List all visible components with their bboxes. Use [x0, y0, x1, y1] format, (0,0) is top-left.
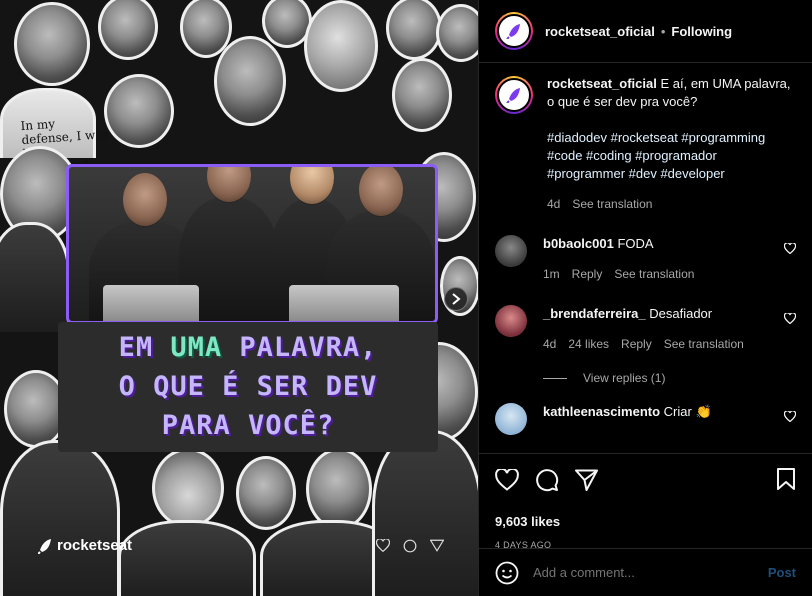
portrait: [152, 448, 224, 528]
portrait-body: [372, 430, 478, 596]
portrait: [304, 0, 378, 92]
commenter-username[interactable]: kathleenascimento: [543, 404, 660, 419]
view-replies-label: View replies (1): [583, 371, 666, 385]
caption-avatar[interactable]: [495, 76, 533, 114]
commenter-username[interactable]: b0baolc001: [543, 236, 614, 251]
brand-name: rocketseat: [57, 537, 133, 554]
commenter-username[interactable]: _brendaferreira_: [543, 306, 646, 321]
like-comment-icon[interactable]: [784, 411, 796, 422]
caption-meta: 4d See translation: [547, 195, 796, 213]
emoji-icon[interactable]: [495, 561, 519, 585]
headline-line-2: O QUE É SER DEV: [118, 371, 378, 402]
replies-divider: [543, 377, 567, 379]
caption-text-block: rocketseat_oficial E aí, em UMA palavra,…: [547, 75, 796, 111]
see-translation-link[interactable]: See translation: [572, 195, 652, 213]
caption-time: 4d: [547, 197, 561, 211]
portrait: [214, 36, 286, 126]
like-comment-icon[interactable]: [784, 243, 796, 254]
laptop: [103, 285, 199, 321]
portrait: [306, 448, 372, 530]
comment-time: 1m: [543, 267, 560, 281]
see-translation-link[interactable]: See translation: [614, 265, 694, 283]
portrait: [236, 456, 296, 530]
comment-item: kathleenascimento Criar 👏: [495, 403, 796, 435]
portrait: [104, 74, 174, 148]
reply-link[interactable]: Reply: [572, 265, 603, 283]
see-translation-link[interactable]: See translation: [664, 335, 744, 353]
comment-meta: 4d 24 likes Reply See translation: [543, 335, 744, 353]
bookmark-icon[interactable]: [776, 468, 796, 490]
author-avatar[interactable]: [495, 12, 533, 50]
comment-icon[interactable]: [535, 468, 559, 492]
post-viewer: In my defense, I was left supervised.: [0, 0, 812, 596]
like-comment-icon[interactable]: [784, 313, 796, 324]
comment-text: Desafiador: [649, 306, 713, 321]
post-sidebar: rocketseat_oficial • Following rocketsea…: [478, 0, 812, 596]
chevron-right-icon: [452, 293, 461, 305]
post-comment-button[interactable]: Post: [768, 565, 796, 580]
add-comment-bar: Post: [479, 548, 812, 596]
separator-dot: •: [660, 23, 666, 39]
view-replies-button[interactable]: View replies (1): [543, 371, 796, 385]
caption-hashtags[interactable]: #diadodev #rocketseat #programming #code…: [547, 129, 796, 183]
comments-list[interactable]: rocketseat_oficial E aí, em UMA palavra,…: [479, 63, 812, 453]
portrait: [386, 0, 442, 60]
image-overlay-icons: [376, 539, 444, 553]
portrait: [392, 58, 452, 132]
portrait-body: [118, 520, 256, 596]
brand-watermark: rocketseat: [38, 537, 132, 554]
action-icons: [495, 468, 796, 492]
next-slide-button[interactable]: [444, 287, 468, 311]
post-actions: 9,603 likes 4 DAYS AGO Post: [479, 453, 812, 596]
portrait: [436, 4, 478, 62]
portrait: [98, 0, 158, 60]
commenter-avatar[interactable]: [495, 403, 527, 435]
commenter-avatar[interactable]: [495, 235, 527, 267]
post-image[interactable]: In my defense, I was left supervised.: [0, 0, 478, 596]
studio-photo: [66, 164, 438, 324]
comment-item: _brendaferreira_ Desafiador 4d 24 likes …: [495, 305, 796, 353]
portrait-body: [0, 222, 70, 332]
laptop: [289, 285, 399, 321]
headline-line-3: PARA VOCÊ?: [161, 410, 335, 441]
comment-text: Criar 👏: [663, 404, 712, 419]
comment-meta: 1m Reply See translation: [543, 265, 694, 283]
reply-link[interactable]: Reply: [621, 335, 652, 353]
comment-item: b0baolc001 FODA 1m Reply See translation: [495, 235, 796, 283]
author-username[interactable]: rocketseat_oficial: [545, 24, 655, 39]
heart-icon[interactable]: [495, 469, 519, 491]
comment-time: 4d: [543, 337, 557, 351]
post-headline: EM UMA PALAVRA, O QUE É SER DEV PARA VOC…: [58, 322, 438, 452]
heart-outline-icon: [376, 539, 390, 552]
caption-username[interactable]: rocketseat_oficial: [547, 76, 657, 91]
post-header: rocketseat_oficial • Following: [479, 0, 812, 63]
rocket-icon: [38, 538, 51, 554]
comment-likes[interactable]: 24 likes: [568, 335, 609, 353]
post-caption: rocketseat_oficial E aí, em UMA palavra,…: [495, 75, 796, 213]
comment-input[interactable]: [533, 565, 768, 580]
likes-count[interactable]: 9,603 likes: [495, 514, 796, 529]
share-icon[interactable]: [575, 469, 598, 491]
following-button[interactable]: Following: [671, 24, 732, 39]
headline-line-1: EM UMA PALAVRA,: [118, 332, 378, 363]
comment-text: FODA: [617, 236, 654, 251]
portrait: [14, 2, 90, 86]
commenter-avatar[interactable]: [495, 305, 527, 337]
share-outline-icon: [430, 539, 444, 552]
comment-outline-icon: [403, 539, 417, 553]
rocket-logo-icon: [506, 24, 520, 39]
rocket-logo-icon: [506, 88, 520, 103]
portrait-body: [0, 440, 120, 596]
